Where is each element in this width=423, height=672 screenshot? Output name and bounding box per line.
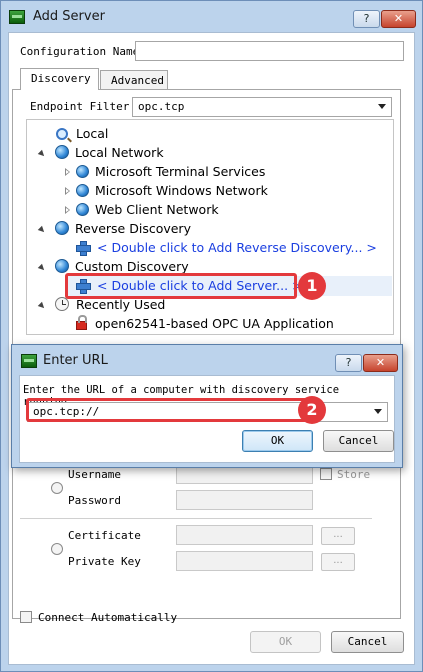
- tab-discovery[interactable]: Discovery: [20, 68, 99, 90]
- network-globe-icon: [76, 203, 89, 216]
- tab-advanced[interactable]: Advanced: [100, 70, 168, 90]
- help-button[interactable]: ?: [335, 354, 362, 372]
- app-icon: [9, 10, 25, 24]
- chevron-down-icon[interactable]: [374, 409, 382, 414]
- network-globe-icon: [76, 184, 89, 197]
- password-label: Password: [68, 494, 121, 507]
- tree-node-local[interactable]: Local: [56, 125, 108, 143]
- lock-icon: [76, 315, 87, 330]
- store-checkbox[interactable]: [320, 468, 332, 480]
- connect-automatically-checkbox[interactable]: [20, 611, 32, 623]
- add-server-dialog: Add Server ? ✕ Configuration Name Discov…: [0, 0, 423, 672]
- endpoint-filter-label: Endpoint Filter:: [30, 100, 136, 113]
- password-input[interactable]: [176, 490, 313, 510]
- network-globe-icon: [55, 259, 69, 273]
- close-button[interactable]: ✕: [363, 354, 398, 372]
- certificate-auth-radio[interactable]: [51, 543, 63, 555]
- expander-closed-icon[interactable]: [65, 206, 70, 214]
- cancel-button[interactable]: Cancel: [331, 631, 404, 653]
- url-cancel-button[interactable]: Cancel: [323, 430, 394, 452]
- certificate-label: Certificate: [68, 529, 141, 542]
- divider: [20, 518, 372, 519]
- dialog-title: Add Server: [33, 9, 105, 24]
- endpoint-filter-select[interactable]: opc.tcp: [132, 97, 392, 117]
- tree-node-local-network[interactable]: Local Network: [55, 144, 164, 162]
- configuration-name-label: Configuration Name: [20, 45, 140, 58]
- tree-node-windows-network[interactable]: Microsoft Windows Network: [76, 182, 268, 200]
- certificate-input[interactable]: [176, 525, 313, 545]
- tree-node-recent-server[interactable]: open62541-based OPC UA Application: [76, 315, 334, 333]
- username-label: Username: [68, 468, 121, 481]
- endpoint-filter-value: opc.tcp: [138, 100, 185, 113]
- configuration-name-input[interactable]: [135, 41, 404, 61]
- certificate-browse-button[interactable]: ...: [321, 527, 355, 545]
- ok-button[interactable]: OK: [250, 631, 321, 653]
- clock-icon: [55, 297, 69, 311]
- add-plus-icon: [76, 241, 91, 256]
- network-globe-icon: [76, 165, 89, 178]
- expander-closed-icon[interactable]: [65, 187, 70, 195]
- user-auth-radio[interactable]: [51, 482, 63, 494]
- chevron-down-icon[interactable]: [378, 104, 386, 109]
- url-ok-button[interactable]: OK: [242, 430, 313, 452]
- private-key-browse-button[interactable]: ...: [321, 553, 355, 571]
- close-button[interactable]: ✕: [381, 10, 416, 28]
- store-label: Store: [337, 468, 371, 481]
- network-globe-icon: [55, 221, 69, 235]
- annotation-badge-1: 1: [298, 272, 326, 300]
- connect-automatically-label: Connect Automatically: [38, 611, 178, 624]
- private-key-label: Private Key: [68, 555, 141, 568]
- search-icon: [56, 128, 68, 140]
- expander-closed-icon[interactable]: [65, 168, 70, 176]
- title-bar[interactable]: Add Server ? ✕: [1, 1, 422, 31]
- tree-node-recently-used[interactable]: Recently Used: [55, 296, 165, 314]
- tree-node-add-reverse-discovery[interactable]: < Double click to Add Reverse Discovery.…: [76, 239, 377, 257]
- app-icon: [21, 354, 37, 368]
- tree-node-terminal-services[interactable]: Microsoft Terminal Services: [76, 163, 265, 181]
- tree-node-reverse-discovery[interactable]: Reverse Discovery: [55, 220, 191, 238]
- url-dialog-title: Enter URL: [43, 353, 108, 368]
- tree-node-web-client-network[interactable]: Web Client Network: [76, 201, 219, 219]
- annotation-box-2: [26, 398, 319, 422]
- private-key-input[interactable]: [176, 551, 313, 571]
- network-globe-icon: [55, 145, 69, 159]
- annotation-badge-2: 2: [298, 396, 326, 424]
- help-button[interactable]: ?: [353, 10, 380, 28]
